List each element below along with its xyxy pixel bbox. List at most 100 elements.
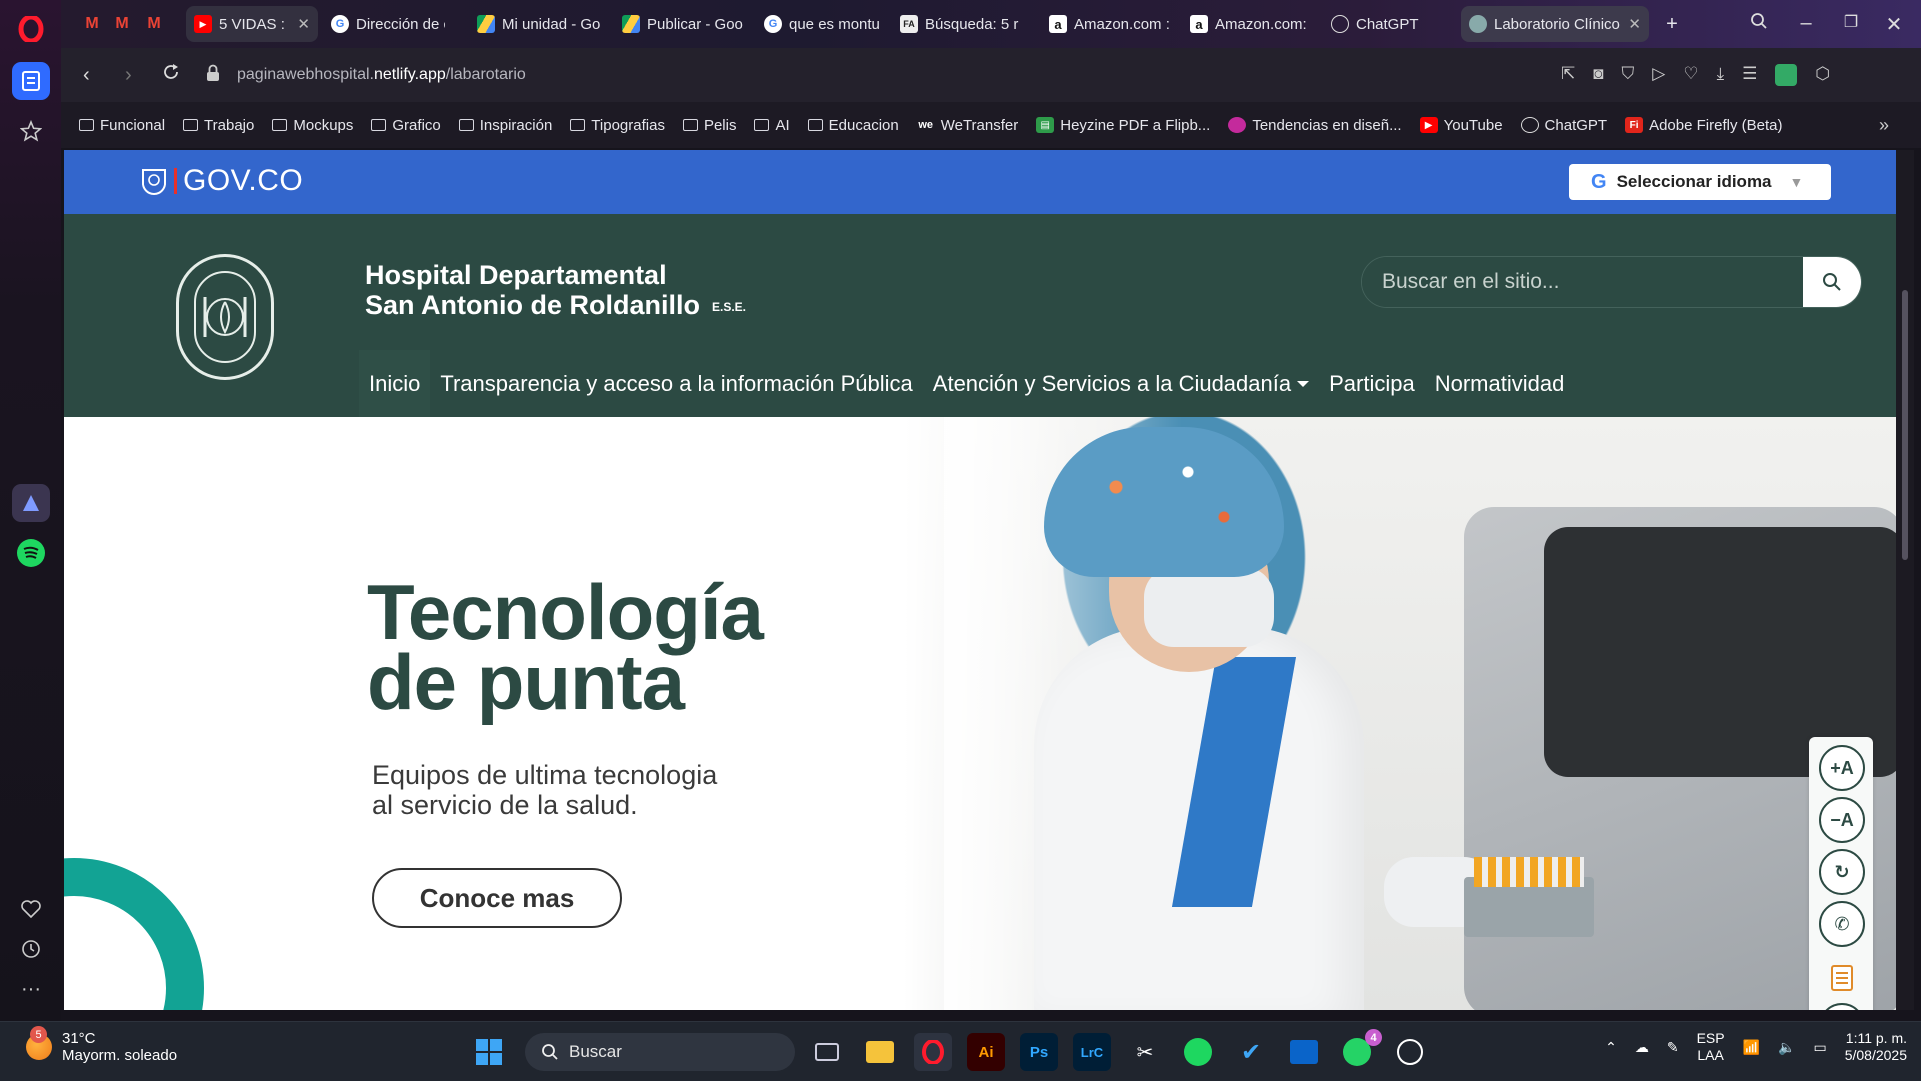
tab-google-montura[interactable]: Gque es montur (756, 6, 888, 42)
tab-amazon-2[interactable]: a Amazon.com: (1182, 6, 1318, 42)
bookmark-educacion[interactable]: Educacion (807, 117, 899, 134)
more-icon[interactable]: ··· (12, 970, 50, 1008)
search-button[interactable] (1803, 257, 1861, 307)
tab-drive-publicar[interactable]: Publicar - Goo (614, 6, 752, 42)
scrollbar-thumb[interactable] (1902, 290, 1908, 560)
tab-drive-unidad[interactable]: Mi unidad - Go (469, 6, 609, 42)
bookmark-youtube[interactable]: ▶ YouTube (1419, 117, 1503, 134)
tab-laboratorio[interactable]: Laboratorio Clínico - ✕ (1461, 6, 1649, 42)
new-tab-button[interactable]: + (1657, 6, 1687, 42)
minimize-button[interactable]: – (1791, 12, 1821, 35)
bookmark-firefly[interactable]: Fi Adobe Firefly (Beta) (1625, 117, 1782, 134)
pinboard-icon[interactable] (12, 62, 50, 100)
forward-icon[interactable]: › (125, 64, 132, 87)
spotify-taskbar-icon[interactable] (1179, 1033, 1217, 1071)
tab-gmail-2[interactable]: M (105, 6, 139, 42)
photoshop-icon[interactable]: Ps (1020, 1033, 1058, 1071)
back-icon[interactable]: ‹ (83, 64, 90, 87)
windows-start-icon[interactable] (470, 1033, 508, 1071)
chatgpt-taskbar-icon[interactable] (1391, 1033, 1429, 1071)
contrast-icon[interactable] (1819, 1003, 1865, 1010)
taskbar-search[interactable]: Buscar (525, 1033, 795, 1071)
tab-youtube[interactable]: ▶ 5 VIDAS : 1 ✕ (186, 6, 318, 42)
tab-chatgpt[interactable]: ChatGPT (1323, 6, 1453, 42)
tab-gmail-1[interactable]: M (75, 6, 109, 42)
bookmark-funcional[interactable]: Funcional (79, 117, 165, 134)
decrease-font-icon[interactable]: −A (1819, 797, 1865, 843)
bookmark-tipografias[interactable]: Tipografias (570, 117, 665, 134)
tab-amazon-1[interactable]: a Amazon.com : (1041, 6, 1179, 42)
phone-icon[interactable]: ✆ (1819, 901, 1865, 947)
share-icon[interactable]: ⇱ (1561, 64, 1575, 86)
bookmark-grafico[interactable]: Grafico (371, 117, 441, 134)
history-icon[interactable] (12, 930, 50, 968)
onedrive-icon[interactable]: ☁ (1635, 1039, 1649, 1056)
close-window-button[interactable]: ✕ (1879, 12, 1909, 37)
nav-transparencia[interactable]: Transparencia y acceso a la información … (430, 350, 922, 417)
hospital-name[interactable]: Hospital Departamental San Antonio de Ro… (365, 260, 746, 322)
heart-icon[interactable]: ♡ (1683, 64, 1698, 86)
select-language-button[interactable]: G Seleccionar idioma ▼ (1569, 164, 1831, 200)
url-field[interactable]: paginawebhospital. netlify.app/labarotari… (237, 57, 1617, 93)
reload-icon[interactable] (161, 62, 181, 87)
extensions-icon[interactable]: ⬡ (1815, 64, 1830, 86)
download-icon[interactable]: ⤓ (1717, 64, 1725, 86)
illustrator-icon[interactable]: Ai (967, 1033, 1005, 1071)
task-view-icon[interactable] (808, 1033, 846, 1071)
profile-avatar[interactable] (1775, 64, 1798, 86)
aria-app-icon[interactable] (12, 484, 50, 522)
nav-normatividad[interactable]: Normatividad (1425, 350, 1575, 417)
page-scrollbar[interactable] (1896, 150, 1914, 1010)
tab-google-direccion[interactable]: GDirección de ca (323, 6, 453, 42)
bookmark-heyzine[interactable]: ▤ Heyzine PDF a Flipb... (1036, 117, 1210, 134)
hospital-logo[interactable] (176, 254, 274, 380)
clock[interactable]: 1:11 p. m. 5/08/2025 (1845, 1030, 1907, 1064)
shield-icon[interactable]: ⛉ (1622, 64, 1635, 86)
nav-participa[interactable]: Participa (1319, 350, 1425, 417)
bookmarks-overflow-icon[interactable]: » (1879, 115, 1889, 136)
battery-icon[interactable]: ▭ (1813, 1039, 1826, 1056)
lightroom-classic-icon[interactable]: LrC (1073, 1033, 1111, 1071)
star-icon[interactable] (12, 112, 50, 150)
bookmark-chatgpt[interactable]: ChatGPT (1520, 117, 1607, 134)
opera-logo-icon[interactable] (12, 10, 50, 48)
reset-icon[interactable]: ↻ (1819, 849, 1865, 895)
clipboard-icon[interactable] (1819, 953, 1865, 999)
nav-inicio[interactable]: Inicio (359, 350, 431, 417)
maximize-button[interactable]: ❐ (1836, 12, 1866, 32)
close-tab-icon[interactable]: ✕ (1628, 15, 1641, 33)
bookmark-tendencias[interactable]: Tendencias en diseñ... (1228, 117, 1402, 134)
lock-icon[interactable] (206, 64, 220, 87)
todo-icon[interactable]: ✔ (1232, 1033, 1270, 1071)
whatsapp-icon[interactable]: 4 (1338, 1029, 1382, 1071)
gov-logo[interactable]: GOV.CO (140, 164, 303, 198)
wifi-icon[interactable]: 📶 (1743, 1039, 1760, 1056)
tab-busqueda[interactable]: FA Búsqueda: 5 re (892, 6, 1027, 42)
easy-setup-icon[interactable]: ☰ (1742, 64, 1757, 86)
opera-taskbar-icon[interactable] (914, 1033, 952, 1071)
pen-icon[interactable]: ✎ (1667, 1039, 1679, 1056)
site-search-input[interactable] (1362, 257, 1802, 307)
camera-icon[interactable]: ◙ (1593, 64, 1603, 86)
tab-gmail-3[interactable]: M (137, 6, 171, 42)
learn-more-button[interactable]: Conoce mas (372, 868, 622, 928)
close-tab-icon[interactable]: ✕ (297, 15, 310, 33)
outlook-icon[interactable] (1285, 1033, 1323, 1071)
heart-icon[interactable] (12, 890, 50, 928)
bookmark-inspiracion[interactable]: Inspiración (458, 117, 552, 134)
file-explorer-icon[interactable] (861, 1033, 899, 1071)
weather-widget[interactable]: 5 31°C Mayorm. soleado (26, 1026, 177, 1064)
bookmark-trabajo[interactable]: Trabajo (183, 117, 254, 134)
bookmark-pelis[interactable]: Pelis (682, 117, 736, 134)
input-language[interactable]: ESP LAA (1697, 1030, 1725, 1064)
spotify-icon[interactable] (12, 534, 50, 572)
play-icon[interactable]: ▷ (1652, 64, 1665, 86)
nav-atencion-servicios[interactable]: Atención y Servicios a la Ciudadanía (923, 350, 1319, 417)
increase-font-icon[interactable]: +A (1819, 745, 1865, 791)
bookmark-ai[interactable]: AI (754, 117, 790, 134)
volume-icon[interactable]: 🔈 (1778, 1039, 1795, 1056)
bookmark-mockups[interactable]: Mockups (272, 117, 353, 134)
bookmark-wetransfer[interactable]: we WeTransfer (917, 117, 1018, 134)
capcut-icon[interactable]: ✂ (1126, 1033, 1164, 1071)
tray-overflow-icon[interactable]: ⌃ (1605, 1039, 1617, 1056)
